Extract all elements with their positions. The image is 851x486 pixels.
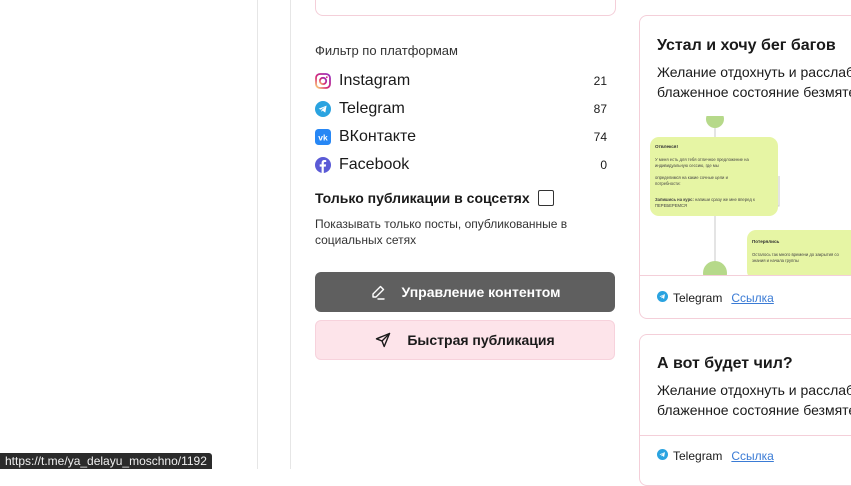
platform-name: ВКонтакте — [339, 128, 416, 145]
center-panel-border — [290, 0, 291, 469]
post-platform: Telegram — [673, 291, 723, 305]
svg-text:Запишись на курс: напиши сразу: Запишись на курс: напиши сразу же мне вп… — [655, 197, 755, 202]
post-description: блаженное состояние безмятежности — [657, 84, 851, 100]
platform-count: 87 — [593, 102, 607, 116]
telegram-icon — [657, 449, 668, 463]
platform-count: 74 — [593, 130, 607, 144]
preview-note-line: напиши сразу же мне вперед к — [694, 197, 755, 202]
quick-publish-label: Быстрая публикация — [407, 332, 555, 348]
only-social-label: Только публикации в соцсетях — [315, 190, 530, 206]
platform-filter-title: Фильтр по платформам — [315, 43, 458, 58]
status-bar-url: https://t.me/ya_delayu_moschno/1192 — [0, 453, 212, 469]
preview-note-line: Осталось так много времени до закрытия с… — [752, 252, 840, 257]
previous-card-bottom — [315, 0, 616, 16]
preview-note-bold: Запишись на курс: — [655, 197, 694, 202]
telegram-icon — [315, 101, 331, 117]
only-social-checkbox[interactable] — [537, 190, 554, 206]
post-title: А вот будет чил? — [657, 355, 793, 372]
card-divider — [640, 435, 851, 436]
vk-icon: vk — [315, 129, 331, 145]
post-footer: Telegram Ссылка — [657, 449, 774, 463]
post-link[interactable]: Ссылка — [731, 449, 773, 463]
platform-filter-telegram[interactable]: Telegram 87 — [315, 98, 607, 120]
platform-name: Facebook — [339, 156, 410, 173]
platform-filter-vk[interactable]: vk ВКонтакте 74 — [315, 126, 607, 148]
facebook-icon — [315, 157, 331, 173]
preview-note-line: индивидуальную сессию, где мы — [655, 163, 719, 168]
platform-count: 21 — [593, 74, 607, 88]
pencil-icon — [370, 284, 386, 300]
card-divider — [640, 275, 851, 276]
send-icon — [375, 332, 391, 348]
only-social-hint: Показывать только посты, опубликованные … — [315, 217, 568, 247]
post-footer: Telegram Ссылка — [657, 291, 774, 305]
preview-note-line: потребности: — [655, 181, 681, 186]
svg-text:vk: vk — [318, 133, 328, 143]
preview-note-line: знания и начала группы — [752, 258, 799, 263]
preview-note-line: У меня есть для тебя отличное предложени… — [655, 157, 749, 162]
post-image-preview[interactable]: Отвлекся! У меня есть для тебя отличное … — [640, 110, 851, 285]
only-social-toggle[interactable]: Только публикации в соцсетях — [315, 190, 554, 206]
post-link[interactable]: Ссылка — [731, 291, 773, 305]
preview-note-line: ПЕРЕБЕРЕМСЯ — [655, 203, 687, 208]
platform-filter-facebook[interactable]: Facebook 0 — [315, 154, 607, 176]
post-description: блаженное состояние безмятежности — [657, 402, 851, 418]
manage-content-button[interactable]: Управление контентом — [315, 272, 615, 312]
platform-filter-instagram[interactable]: Instagram 21 — [315, 70, 607, 92]
post-description: Желание отдохнуть и расслабиться — [657, 64, 851, 80]
preview-note-title: Отвлекся! — [655, 144, 678, 149]
telegram-icon — [657, 291, 668, 305]
preview-note-title: Потерялись — [752, 239, 780, 244]
post-description: Желание отдохнуть и расслабиться — [657, 382, 851, 398]
left-panel-border — [257, 0, 258, 469]
platform-name: Telegram — [339, 100, 405, 117]
manage-content-label: Управление контентом — [401, 284, 561, 300]
platform-count: 0 — [600, 158, 607, 172]
post-platform: Telegram — [673, 449, 723, 463]
preview-note-line: определимся на какие сочные цели и — [655, 175, 729, 180]
quick-publish-button[interactable]: Быстрая публикация — [315, 320, 615, 360]
instagram-icon — [315, 73, 331, 89]
platform-name: Instagram — [339, 72, 411, 89]
post-card[interactable]: Устал и хочу бег багов Желание отдохнуть… — [639, 15, 851, 319]
post-card[interactable]: А вот будет чил? Желание отдохнуть и рас… — [639, 334, 851, 486]
post-title: Устал и хочу бег багов — [657, 37, 836, 54]
